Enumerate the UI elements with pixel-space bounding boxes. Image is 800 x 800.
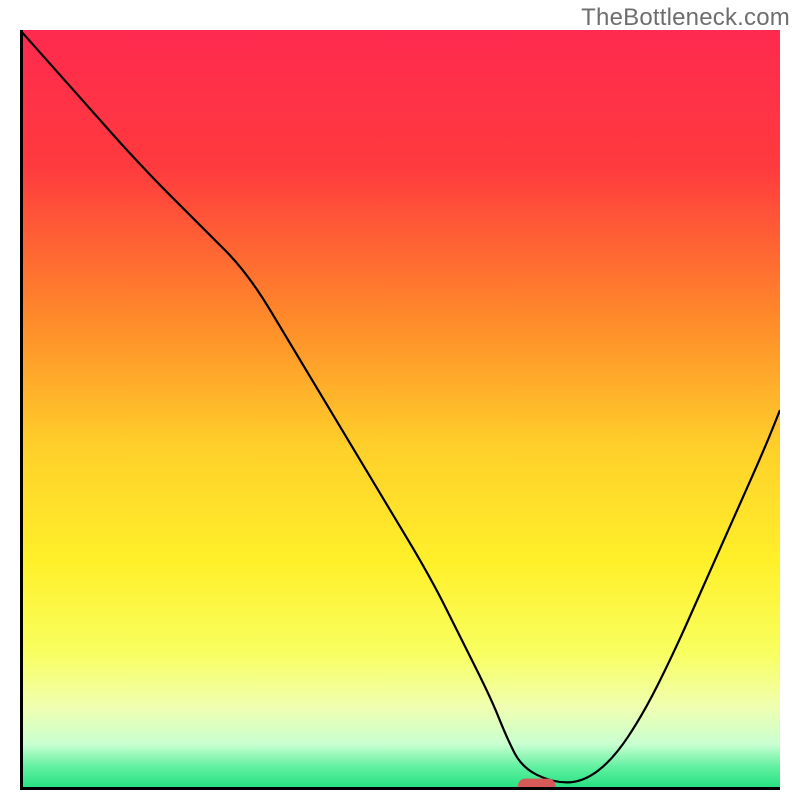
chart-svg [20,30,780,790]
chart-background [20,30,780,790]
watermark-text: TheBottleneck.com [581,4,790,32]
chart-plot-area [20,30,780,790]
